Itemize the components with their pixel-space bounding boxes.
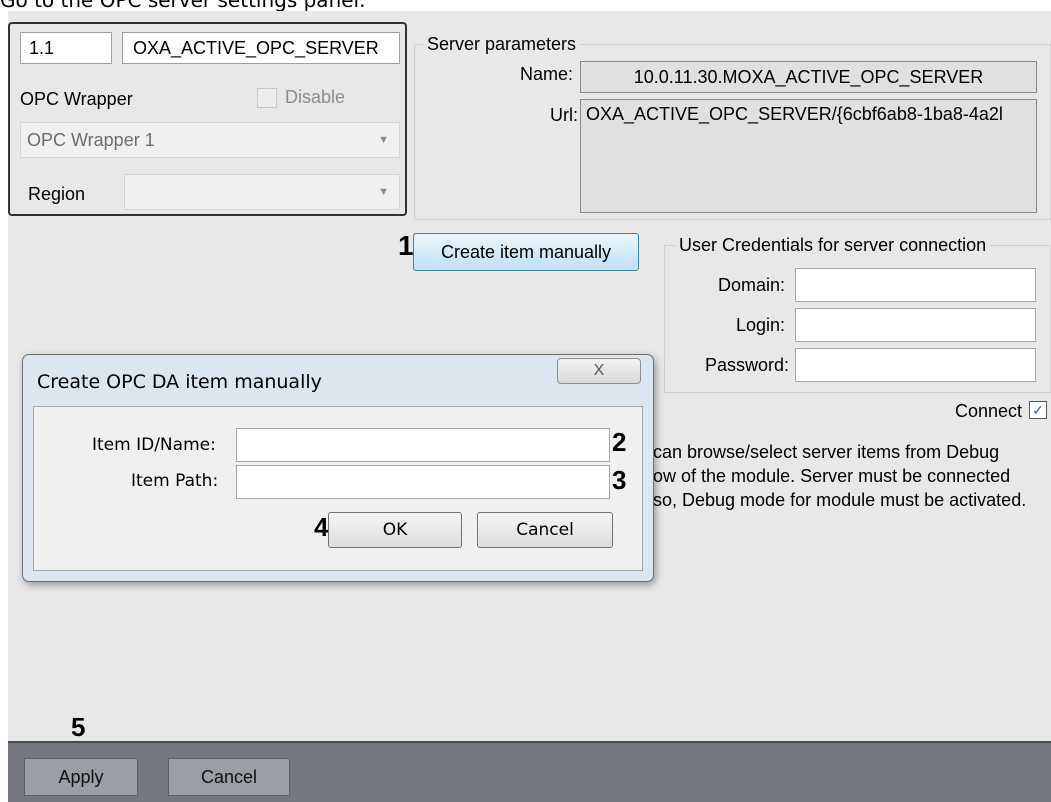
- bottom-toolbar: Apply Cancel: [8, 741, 1051, 802]
- ok-button[interactable]: OK: [328, 512, 462, 548]
- login-label: Login:: [736, 315, 786, 335]
- credentials-title: User Credentials for server connection: [675, 235, 991, 256]
- object-type-label: OPC Wrapper: [20, 89, 133, 109]
- region-label: Region: [28, 184, 86, 204]
- chevron-down-icon: ▼: [378, 186, 389, 198]
- step-2-marker: 2: [612, 427, 627, 457]
- parent-combo-value: OPC Wrapper 1: [27, 130, 155, 150]
- note-line: can browse/select server items from Debu…: [653, 442, 1000, 462]
- dialog-cancel-button[interactable]: Cancel: [477, 512, 613, 548]
- close-icon[interactable]: X: [557, 358, 641, 384]
- server-url-label: Url:: [550, 105, 578, 125]
- server-parameters-title: Server parameters: [423, 34, 581, 55]
- disable-label: Disable: [285, 87, 346, 107]
- region-combo[interactable]: ▼: [124, 174, 400, 210]
- object-id-field[interactable]: 1.1: [20, 32, 112, 64]
- dialog-title: Create OPC DA item manually: [37, 371, 322, 393]
- step-3-marker: 3: [612, 465, 627, 495]
- server-name-label: Name:: [520, 64, 574, 84]
- create-item-dialog: Create OPC DA item manually X Item ID/Na…: [22, 354, 654, 582]
- server-name-field[interactable]: 10.0.11.30.MOXA_ACTIVE_OPC_SERVER: [580, 61, 1037, 93]
- password-input[interactable]: [795, 348, 1036, 382]
- domain-input[interactable]: [795, 268, 1036, 302]
- note-line: ow of the module. Server must be connect…: [653, 466, 1011, 486]
- item-id-label: Item ID/Name:: [92, 435, 216, 455]
- chevron-down-icon: ▼: [378, 134, 389, 146]
- connect-checkbox[interactable]: ✓: [1029, 401, 1047, 419]
- login-input[interactable]: [795, 308, 1036, 342]
- disable-checkbox[interactable]: [257, 88, 277, 108]
- step-1-marker: 1: [398, 230, 414, 261]
- item-path-label: Item Path:: [131, 471, 219, 491]
- apply-button[interactable]: Apply: [24, 758, 138, 796]
- connect-label: Connect: [955, 401, 1023, 421]
- server-url-field[interactable]: OXA_ACTIVE_OPC_SERVER/{6cbf6ab8-1ba8-4a2…: [580, 99, 1037, 213]
- cancel-button[interactable]: Cancel: [168, 758, 290, 796]
- password-label: Password:: [705, 355, 790, 375]
- item-path-input[interactable]: [236, 465, 610, 499]
- note-line: so, Debug mode for module must be activa…: [653, 490, 1027, 510]
- object-name-field[interactable]: OXA_ACTIVE_OPC_SERVER: [122, 32, 400, 64]
- step-5-marker: 5: [71, 712, 86, 742]
- parent-combo[interactable]: OPC Wrapper 1 ▼: [20, 122, 400, 158]
- create-item-manually-button[interactable]: Create item manually: [413, 233, 639, 271]
- domain-label: Domain:: [718, 275, 786, 295]
- step-4-marker: 4: [314, 512, 329, 542]
- dialog-body: Item ID/Name: 2 Item Path: 3 4 OK Cancel: [33, 406, 643, 571]
- object-group: 1.1 OXA_ACTIVE_OPC_SERVER OPC Wrapper Di…: [8, 22, 407, 216]
- item-id-input[interactable]: [236, 428, 610, 462]
